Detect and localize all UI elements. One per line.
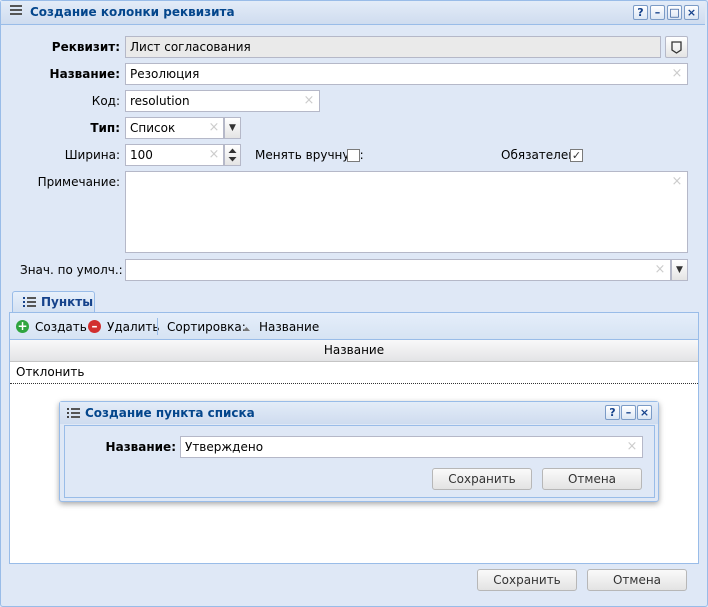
dialog-name-field[interactable]: Утверждено (180, 436, 643, 458)
default-dropdown-button[interactable]: ▼ (671, 259, 688, 281)
cancel-button[interactable]: Отмена (587, 569, 687, 591)
window-title: Создание колонки реквизита (30, 5, 235, 19)
required-label: Обязателен: (501, 148, 581, 162)
lookup-button[interactable] (665, 36, 688, 58)
clear-x-icon[interactable]: × (207, 121, 221, 135)
name-label: Название: (49, 67, 120, 81)
note-textarea[interactable] (125, 171, 688, 253)
toolbar-separator (157, 318, 158, 335)
menu-icon[interactable] (10, 5, 22, 18)
close-button[interactable]: × (684, 5, 699, 20)
maximize-button[interactable]: □ (667, 5, 682, 20)
minimize-button[interactable]: – (650, 5, 665, 20)
note-label: Примечание: (37, 175, 120, 189)
save-button[interactable]: Сохранить (477, 569, 577, 591)
name-field[interactable]: Резолюция (125, 63, 688, 85)
check-icon: ✓ (571, 149, 582, 162)
help-button[interactable]: ? (633, 5, 648, 20)
chevron-down-icon: ▼ (229, 123, 236, 133)
sort-asc-icon (242, 322, 251, 331)
clear-x-icon[interactable]: × (207, 148, 221, 162)
default-label: Знач. по умолч.: (20, 263, 123, 277)
clear-x-icon[interactable]: × (625, 440, 639, 454)
default-field[interactable] (125, 259, 671, 281)
manual-checkbox[interactable] (347, 149, 360, 162)
code-field[interactable]: resolution (125, 90, 320, 112)
create-button[interactable]: Создать (35, 320, 87, 334)
type-dropdown-button[interactable]: ▼ (224, 117, 241, 139)
add-circle-icon[interactable]: + (16, 320, 29, 333)
spinner-arrows-icon (228, 148, 237, 162)
rekvizit-field: Лист согласования (125, 36, 661, 58)
dialog-name-label: Название: (105, 440, 176, 454)
sort-field-button[interactable]: Название (259, 320, 319, 334)
code-label: Код: (91, 94, 120, 108)
dialog-close-button[interactable]: × (637, 405, 652, 420)
width-spinner[interactable] (224, 144, 241, 166)
clear-x-icon[interactable]: × (653, 263, 667, 277)
clear-x-icon[interactable]: × (302, 94, 316, 108)
dialog-title: Создание пункта списка (85, 406, 255, 420)
dialog-help-button[interactable]: ? (605, 405, 620, 420)
chevron-down-icon: ▼ (676, 265, 683, 275)
list-icon (67, 407, 80, 419)
dialog-save-button[interactable]: Сохранить (432, 468, 532, 490)
clear-x-icon[interactable]: × (670, 175, 684, 189)
type-label: Тип: (90, 121, 120, 135)
column-header-name[interactable]: Название (10, 340, 698, 362)
sort-label: Сортировка: (167, 320, 246, 334)
rekvizit-label: Реквизит: (51, 40, 120, 54)
required-checkbox[interactable]: ✓ (570, 149, 583, 162)
list-icon (23, 296, 36, 308)
dialog-cancel-button[interactable]: Отмена (542, 468, 642, 490)
width-label: Ширина: (64, 148, 120, 162)
tag-icon (671, 41, 682, 54)
delete-button[interactable]: Удалить (107, 320, 160, 334)
table-row[interactable]: Отклонить (10, 362, 698, 384)
tab-points-label: Пункты (41, 295, 94, 309)
remove-circle-icon[interactable]: – (88, 320, 101, 333)
dialog-minimize-button[interactable]: – (621, 405, 636, 420)
clear-x-icon[interactable]: × (670, 67, 684, 81)
